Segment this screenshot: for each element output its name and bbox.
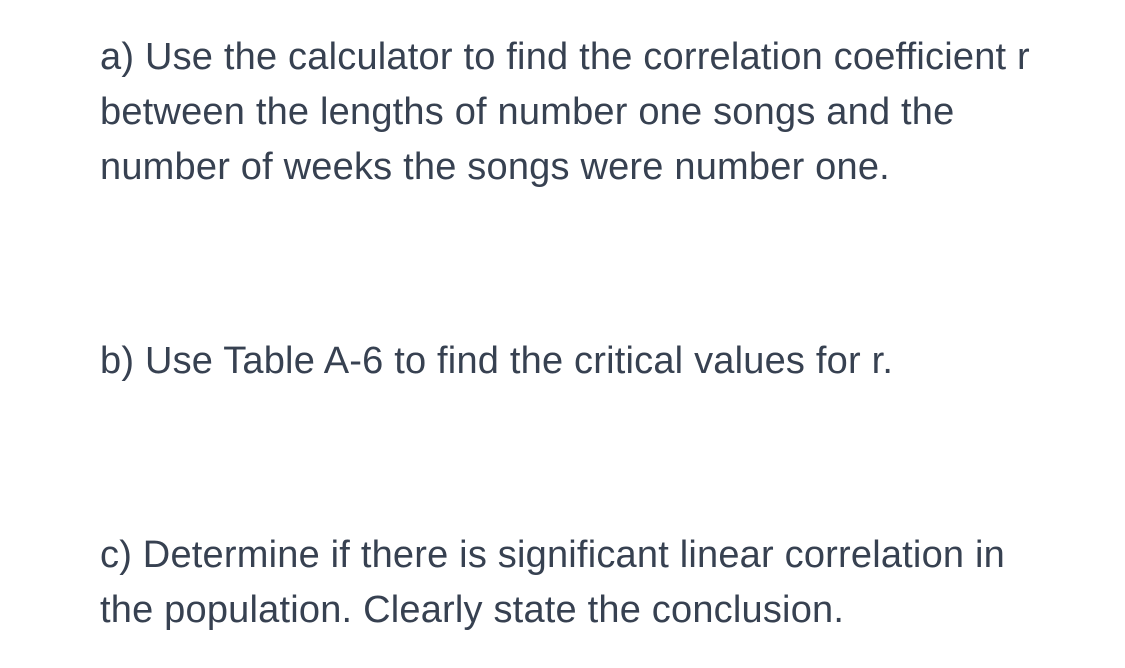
question-part-b: b) Use Table A-6 to find the critical va… bbox=[100, 334, 1035, 389]
question-part-a: a) Use the calculator to find the correl… bbox=[100, 30, 1035, 195]
question-part-c: c) Determine if there is significant lin… bbox=[100, 528, 1035, 638]
